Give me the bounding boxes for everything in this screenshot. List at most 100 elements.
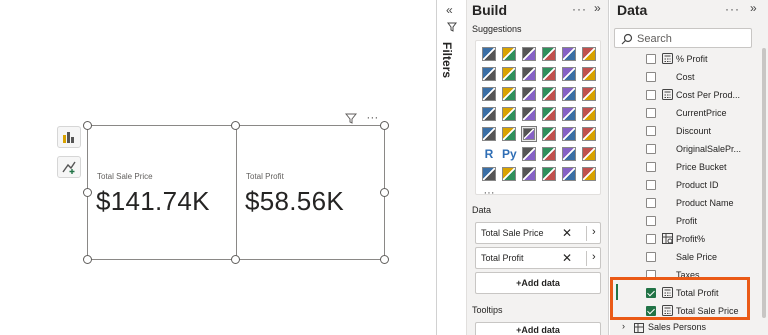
field-checkbox[interactable] [646,54,656,64]
collapse-build-icon[interactable]: » [594,1,601,15]
donut-icon[interactable] [581,86,597,102]
multi-card-visual[interactable]: Total Sale Price $141.74K Total Profit $… [87,125,385,260]
r-visual-icon[interactable]: R [481,146,497,162]
remove-field-icon[interactable]: ✕ [562,226,572,240]
field-product-id[interactable]: Product ID [610,176,760,194]
get-more-icon[interactable] [581,166,597,182]
filter-icon[interactable] [344,112,358,124]
area-icon[interactable] [501,66,517,82]
scatter-icon[interactable] [541,86,557,102]
expand-filters-icon[interactable]: « [446,3,453,17]
build-more-options[interactable]: ··· [572,2,587,16]
line-icon[interactable] [481,66,497,82]
expand-field-icon[interactable]: › [586,251,596,266]
expander-icon[interactable]: › [622,321,625,331]
visual-more-options[interactable]: ··· [366,110,378,124]
stacked-bar-icon[interactable] [481,46,497,62]
multi-row-card-icon[interactable] [501,126,517,142]
field-checkbox[interactable] [646,126,656,136]
field-originalsalepr[interactable]: OriginalSalePr... [610,140,760,158]
resize-handle[interactable] [83,188,92,197]
field-currentprice[interactable]: CurrentPrice [610,104,760,122]
field-sale-price[interactable]: Sale Price [610,248,760,266]
waterfall-icon[interactable] [501,86,517,102]
data-well-total-sale-price[interactable]: Total Sale Price ✕ › [475,222,601,244]
field-checkbox[interactable] [646,252,656,262]
field-checkbox[interactable] [646,198,656,208]
expand-field-icon[interactable]: › [586,226,596,241]
field-cost-per-prod[interactable]: Cost Per Prod... [610,86,760,104]
slicer-icon[interactable] [541,126,557,142]
resize-handle[interactable] [380,255,389,264]
report-canvas[interactable]: ··· Total Sale Price $141.74K Total Prof… [0,0,437,335]
key-influencers-icon[interactable] [521,146,537,162]
field-price-bucket[interactable]: Price Bucket [610,158,760,176]
field-cost[interactable]: Cost [610,68,760,86]
field-checkbox[interactable] [646,162,656,172]
smart-narrative-icon[interactable] [581,146,597,162]
card-icon[interactable] [481,126,497,142]
field--profit[interactable]: % Profit [610,50,760,68]
field-list-scrollbar[interactable] [762,48,766,318]
resize-handle[interactable] [231,121,240,130]
paginated-icon[interactable] [501,166,517,182]
field-checkbox[interactable] [646,108,656,118]
collapse-data-icon[interactable]: » [750,1,757,15]
field-checkbox[interactable] [646,90,656,100]
azure-map-icon[interactable] [561,106,577,122]
table-sales-persons[interactable]: › Sales Persons [612,321,752,335]
arcgis-icon[interactable] [541,166,557,182]
clustered-bar-icon[interactable] [501,46,517,62]
gauge-icon[interactable] [581,106,597,122]
filled-map-icon[interactable] [521,106,537,122]
line-clustered-icon[interactable] [581,66,597,82]
resize-handle[interactable] [380,121,389,130]
data-more-options[interactable]: ··· [725,2,740,16]
field-checkbox[interactable] [646,180,656,190]
remove-field-icon[interactable]: ✕ [562,251,572,265]
treemap-icon[interactable] [481,106,497,122]
line-column-icon[interactable] [561,66,577,82]
field-profit[interactable]: Profit% [610,230,760,248]
kpi-icon[interactable] [521,126,537,142]
python-visual-icon[interactable]: Py [501,146,517,162]
map-icon[interactable] [501,106,517,122]
analytics-button[interactable] [57,156,81,178]
resize-handle[interactable] [83,255,92,264]
field-checkbox[interactable] [646,72,656,82]
stacked-column-icon[interactable] [541,46,557,62]
100-column-icon[interactable] [581,46,597,62]
diamond-visual-icon[interactable] [561,166,577,182]
100-area-icon[interactable] [541,66,557,82]
filters-pane-collapsed[interactable]: « Filters [437,0,467,335]
field-discount[interactable]: Discount [610,122,760,140]
field-checkbox[interactable] [646,144,656,154]
qa-icon[interactable] [561,146,577,162]
more-icon[interactable]: ··· [481,186,497,202]
resize-handle[interactable] [83,121,92,130]
field-checkbox[interactable] [646,234,656,244]
add-data-button[interactable]: +Add data [475,272,601,294]
visual-format-button[interactable] [57,126,81,148]
search-input[interactable]: Search [614,28,752,48]
power-apps-icon[interactable] [521,166,537,182]
field-profit[interactable]: Profit [610,212,760,230]
shape-map-icon[interactable] [541,106,557,122]
100-bar-icon[interactable] [521,46,537,62]
funnel-icon[interactable] [521,86,537,102]
decomposition-tree-icon[interactable] [541,146,557,162]
line-column-glyph [562,67,576,81]
table-icon[interactable] [561,126,577,142]
data-well-total-profit[interactable]: Total Profit ✕ › [475,247,601,269]
field-checkbox[interactable] [646,216,656,226]
clustered-column-icon[interactable] [561,46,577,62]
field-product-name[interactable]: Product Name [610,194,760,212]
trophy-icon[interactable] [481,166,497,182]
matrix-icon[interactable] [581,126,597,142]
ribbon-icon[interactable] [481,86,497,102]
resize-handle[interactable] [380,188,389,197]
tooltips-add-data-button[interactable]: +Add data [475,322,601,335]
stacked-area-icon[interactable] [521,66,537,82]
resize-handle[interactable] [231,255,240,264]
pie-icon[interactable] [561,86,577,102]
